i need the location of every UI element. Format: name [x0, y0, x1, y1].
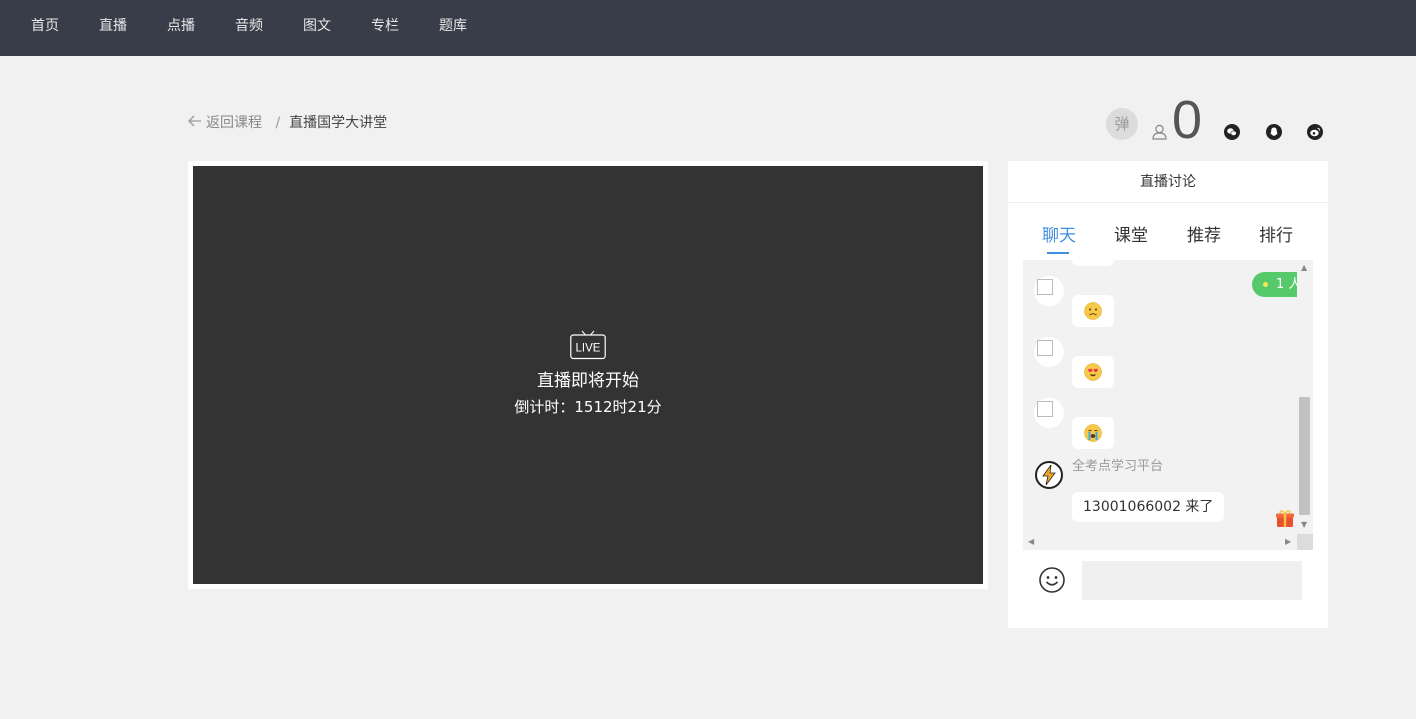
avatar	[1034, 398, 1064, 428]
avatar	[1034, 337, 1064, 367]
qq-icon	[1270, 127, 1278, 136]
nav-item-vod[interactable]: 点播	[167, 17, 195, 35]
crying-face-icon	[1084, 424, 1102, 442]
danmu-toggle-button[interactable]: 弹	[1106, 108, 1138, 140]
wechat-icon	[1227, 128, 1237, 136]
broken-image-icon	[1037, 340, 1053, 356]
countdown-text: 倒计时：1512时21分	[514, 398, 662, 416]
nav-item-live[interactable]: 直播	[99, 17, 127, 35]
broken-image-icon	[1037, 401, 1053, 417]
nav-item-article[interactable]: 图文	[303, 17, 331, 35]
breadcrumb-current: 直播国学大讲堂	[289, 115, 388, 131]
avatar	[1034, 276, 1064, 306]
top-nav: 首页 直播 点播 音频 图文 专栏 题库	[0, 0, 1416, 56]
chat-bubble	[1072, 295, 1114, 327]
weibo-icon	[1310, 127, 1321, 137]
user-icon	[1152, 124, 1167, 140]
arrow-left-icon	[188, 114, 202, 132]
chat-input[interactable]	[1082, 561, 1302, 600]
tab-ranking[interactable]: 排行	[1259, 225, 1293, 247]
live-status-title: 直播即将开始	[537, 371, 639, 391]
scroll-up-icon[interactable]: ▲	[1301, 264, 1307, 272]
live-badge-text: LIVE	[576, 343, 601, 355]
nav-item-column[interactable]: 专栏	[371, 17, 399, 35]
chat-bubble	[1072, 417, 1114, 449]
panel-title: 直播讨论	[1008, 161, 1328, 203]
tab-recommend[interactable]: 推荐	[1187, 225, 1221, 247]
heart-eyes-face-icon	[1084, 363, 1102, 381]
confused-face-icon	[1084, 302, 1102, 320]
breadcrumb-separator: /	[275, 115, 281, 131]
chat-horizontal-scrollbar[interactable]: ◀ ▶	[1023, 534, 1297, 550]
scrollbar-corner	[1297, 534, 1313, 550]
tab-classroom[interactable]: 课堂	[1114, 225, 1148, 247]
online-dot-icon	[1263, 282, 1268, 287]
breadcrumb: 返回课程 / 直播国学大讲堂	[188, 114, 387, 132]
scroll-right-icon[interactable]: ▶	[1285, 538, 1291, 546]
nav-item-question-bank[interactable]: 题库	[439, 17, 467, 35]
scroll-left-icon[interactable]: ◀	[1028, 538, 1034, 546]
qq-share-button[interactable]	[1266, 124, 1282, 140]
active-tab-indicator	[1047, 252, 1069, 254]
viewer-count: 0	[1172, 90, 1203, 150]
wechat-share-button[interactable]	[1224, 124, 1240, 140]
platform-logo-icon	[1035, 461, 1063, 489]
nav-item-audio[interactable]: 音频	[235, 17, 263, 35]
scrollbar-thumb[interactable]	[1299, 397, 1310, 515]
nav-item-home[interactable]: 首页	[31, 17, 59, 35]
tab-chat[interactable]: 聊天	[1042, 225, 1076, 247]
chat-vertical-scrollbar[interactable]: ▲ ▼	[1297, 260, 1313, 534]
chat-bubble	[1072, 356, 1114, 388]
live-tv-icon: LIVE	[570, 330, 606, 360]
gift-icon[interactable]	[1275, 508, 1295, 528]
back-to-course-label: 返回课程	[206, 115, 262, 131]
emoji-picker-icon[interactable]	[1038, 566, 1066, 594]
weibo-share-button[interactable]	[1307, 124, 1323, 140]
broken-image-icon	[1037, 279, 1053, 295]
chat-bubble	[1072, 260, 1114, 266]
back-to-course-link[interactable]: 返回课程	[188, 115, 266, 131]
video-player[interactable]: LIVE 直播即将开始 倒计时：1512时21分	[193, 166, 983, 584]
chat-message-list[interactable]: 全考点学习平台 13001066002 来了 1 人	[1023, 260, 1313, 550]
scroll-down-icon[interactable]: ▼	[1301, 521, 1307, 529]
join-notice-bubble: 13001066002 来了	[1072, 492, 1225, 522]
sender-name: 全考点学习平台	[1072, 459, 1164, 474]
